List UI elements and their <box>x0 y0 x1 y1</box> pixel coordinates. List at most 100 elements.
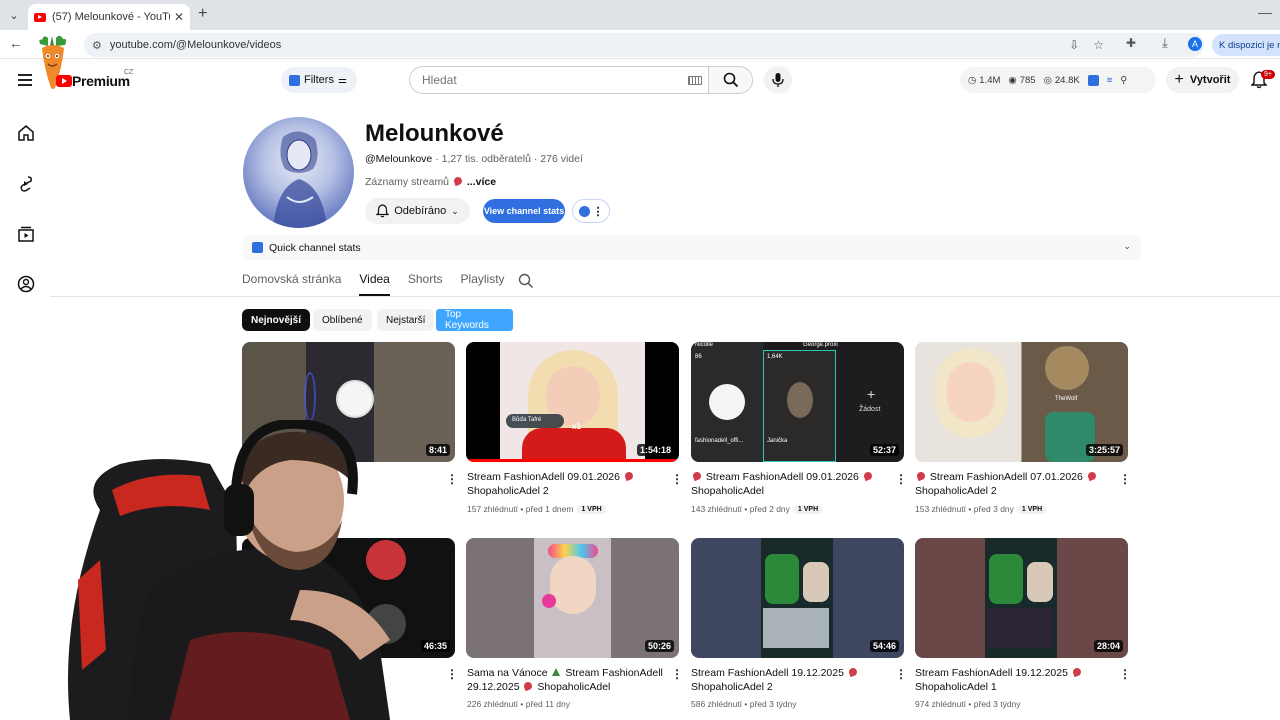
chevron-down-icon[interactable]: ⌄ <box>1123 241 1131 252</box>
thumb-label: 1,64K <box>767 354 783 360</box>
more-vertical-icon[interactable]: ⋮ <box>1119 667 1131 681</box>
list-icon[interactable]: ≡ <box>1107 75 1113 86</box>
channel-avatar[interactable] <box>243 117 354 228</box>
more-vertical-icon[interactable]: ⋮ <box>446 667 458 681</box>
video-title[interactable]: Stream FashionAdell 09.01.2026 Shopaholi… <box>691 470 881 498</box>
video-title[interactable]: Stream FashionAdell 09.01.2026 Shopaholi… <box>467 470 657 498</box>
lion-avatar <box>1045 346 1089 390</box>
create-button[interactable]: + Vytvořit <box>1166 67 1239 93</box>
new-tab-icon[interactable]: + <box>198 5 207 23</box>
video-thumbnail[interactable]: TheWolf 3:25:57 <box>915 342 1128 462</box>
more-vertical-icon[interactable]: ⋮ <box>1119 472 1131 486</box>
video-thumbnail[interactable]: 50:26 <box>466 538 679 658</box>
extension-logo-icon[interactable] <box>1087 74 1099 86</box>
notification-count-badge: 9+ <box>1261 70 1275 79</box>
more-vertical-icon[interactable]: ⋮ <box>895 667 907 681</box>
subscribed-label: Odebíráno <box>394 205 447 217</box>
you-profile-icon[interactable] <box>17 275 35 293</box>
plus-icon: + <box>1174 71 1184 88</box>
stat-watching: ◉ 785 <box>1008 74 1036 86</box>
back-arrow-icon[interactable]: ← <box>9 35 23 51</box>
video-thumbnail[interactable]: 54:46 <box>691 538 904 658</box>
extensions-puzzle-icon[interactable]: ✚ <box>1126 36 1136 50</box>
more-vertical-icon[interactable]: ⋮ <box>895 472 907 486</box>
video-title[interactable]: 26 <box>242 470 432 484</box>
video-title[interactable]: Stream FashionAdell 19.12.2025 Shopaholi… <box>915 666 1105 694</box>
close-tab-icon[interactable]: ✕ <box>174 10 184 24</box>
tab-shorts[interactable]: Shorts <box>408 272 443 296</box>
search-icon <box>723 72 738 88</box>
browser-tab-youtube[interactable]: (57) Melounkové - YouTube ✕ <box>28 4 190 30</box>
video-title[interactable]: Sama na Vánoce Stream FashionAdell 29.12.… <box>467 666 667 694</box>
chip-popular[interactable]: Oblíbené <box>313 309 372 331</box>
stat-views: ◷ 1.4M <box>968 74 1001 86</box>
video-meta: VPH <box>242 504 265 513</box>
keyboard-icon[interactable] <box>688 75 702 85</box>
tab-playlists[interactable]: Playlisty <box>461 272 505 296</box>
video-meta: 153 zhlédnutí • před 3 dny 1 VPH <box>915 504 1047 514</box>
address-bar[interactable]: ⚙ youtube.com/@Melounkove/videos ⇩ ☆ <box>84 33 1204 57</box>
watermelon-emoji-icon <box>847 666 858 678</box>
ai-sparkle-icon[interactable]: ⚲ <box>1120 75 1127 86</box>
search-button[interactable] <box>708 67 752 93</box>
bookmark-star-icon[interactable]: ☆ <box>1093 38 1104 52</box>
video-thumbnail[interactable]: 8:41 <box>242 342 455 462</box>
video-duration: 1:54:18 <box>636 444 674 456</box>
chip-oldest[interactable]: Nejstarší <box>377 309 435 331</box>
subscriptions-icon[interactable] <box>17 225 35 243</box>
channel-tabs: Domovská stránka Videa Shorts Playlisty <box>242 272 505 296</box>
chat-overlay <box>763 608 829 648</box>
avatar-portrait-illustration <box>273 131 327 228</box>
view-channel-stats-button[interactable]: View channel stats <box>483 199 565 223</box>
video-thumbnail[interactable]: 46:35 <box>242 538 455 658</box>
video-thumbnail[interactable]: Bůďa Tafré x1 1:54:18 <box>466 342 679 462</box>
person-tile <box>1027 562 1053 602</box>
plus-icon: + <box>867 386 876 402</box>
chip-newest[interactable]: Nejnovější <box>242 309 311 331</box>
video-meta: 157 zhlédnutí • před 1 dnem 1 VPH <box>467 504 606 514</box>
more-vertical-icon[interactable]: ⋮ <box>671 472 683 486</box>
tab-home[interactable]: Domovská stránka <box>242 272 341 296</box>
video-thumbnail[interactable]: Nicolle 86 George.proxi 1,64K + Žádost f… <box>691 342 904 462</box>
address-bar-url: youtube.com/@Melounkove/videos <box>109 39 282 51</box>
subscribed-button[interactable]: Odebíráno ⌄ <box>365 198 470 224</box>
home-icon[interactable] <box>17 124 35 142</box>
menu-hamburger-icon[interactable] <box>18 74 32 86</box>
tab-search-chevron-icon[interactable]: ⌄ <box>4 6 24 24</box>
install-app-icon[interactable]: ⇩ <box>1069 38 1079 52</box>
person-face <box>366 604 406 644</box>
tabs-divider <box>50 296 1280 297</box>
filters-button[interactable]: Filters ⚌ <box>281 67 357 93</box>
site-settings-icon[interactable]: ⚙ <box>92 39 102 52</box>
stream-avatar-circle <box>336 380 374 418</box>
video-title[interactable]: Stream FashionAdell 07.01.2026 Shopaholi… <box>915 470 1105 498</box>
extension-menu-pill[interactable]: ⋮ <box>572 199 610 223</box>
search-box <box>409 66 753 94</box>
channel-description[interactable]: Záznamy streamů ...více <box>365 175 496 188</box>
quick-channel-stats-bar[interactable]: Quick channel stats ⌄ <box>243 235 1141 260</box>
voice-search-button[interactable] <box>764 66 792 94</box>
vph-badge: VPH <box>242 504 265 513</box>
profile-avatar[interactable]: A <box>1188 37 1202 51</box>
youtube-premium-logo[interactable]: Premium <box>72 73 130 89</box>
search-input[interactable] <box>410 67 688 93</box>
youtube-logo-icon[interactable] <box>56 75 72 87</box>
video-thumbnail[interactable]: 28:04 <box>915 538 1128 658</box>
more-vertical-icon[interactable]: ⋮ <box>671 667 683 681</box>
shorts-icon[interactable] <box>17 175 35 193</box>
video-duration: 54:46 <box>869 640 899 652</box>
update-available-pill[interactable]: K dispozici je nová <box>1212 34 1280 56</box>
channel-search-icon[interactable] <box>518 273 534 289</box>
more-vertical-icon[interactable]: ⋮ <box>446 472 458 486</box>
minimize-window-icon[interactable]: — <box>1258 4 1272 20</box>
video-title[interactable]: 26 <box>242 666 432 680</box>
more-link[interactable]: ...více <box>467 176 496 188</box>
download-icon[interactable]: ⤓ <box>1162 35 1168 51</box>
watermelon-emoji-icon <box>623 470 634 482</box>
tab-videos[interactable]: Videa <box>359 272 390 296</box>
christmas-tree-emoji-icon <box>552 668 561 676</box>
chip-top-keywords[interactable]: Top Keywords <box>436 309 513 331</box>
watermelon-emoji-icon <box>862 470 873 482</box>
quick-channel-stats-label: Quick channel stats <box>269 241 361 254</box>
video-title[interactable]: Stream FashionAdell 19.12.2025 Shopaholi… <box>691 666 881 694</box>
